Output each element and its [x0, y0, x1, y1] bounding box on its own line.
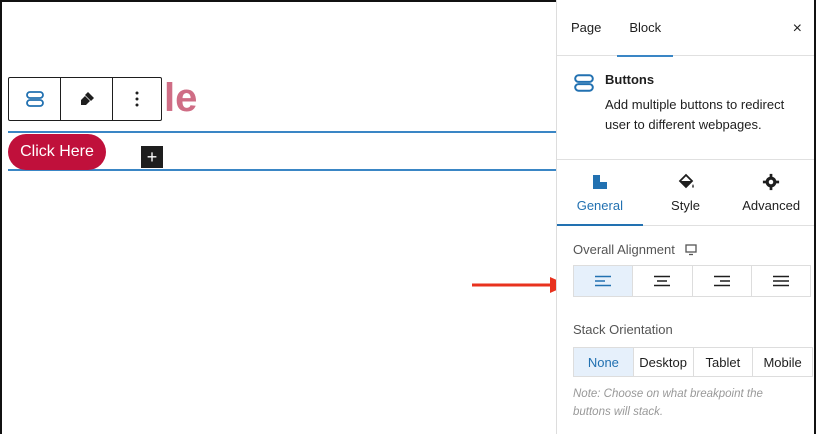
- block-description: Add multiple buttons to redirect user to…: [605, 97, 785, 132]
- align-left-button[interactable]: [574, 266, 634, 296]
- block-type-button[interactable]: [9, 78, 61, 120]
- align-left-icon: [595, 275, 612, 287]
- stack-mobile-button[interactable]: Mobile: [753, 348, 812, 376]
- align-center-button[interactable]: [633, 266, 693, 296]
- tab-page[interactable]: Page: [557, 0, 615, 56]
- click-here-button[interactable]: Click Here: [8, 134, 106, 170]
- block-toolbar: [8, 77, 162, 121]
- red-arrow-icon: [472, 277, 568, 293]
- more-options-button[interactable]: [113, 78, 161, 120]
- paint-brush-icon: [80, 92, 94, 105]
- block-card: Buttons Add multiple buttons to redirect…: [557, 56, 814, 160]
- layout-icon: [592, 175, 607, 189]
- tab-style[interactable]: Style: [643, 160, 729, 225]
- alignment-label: Overall Alignment: [573, 242, 675, 257]
- tab-advanced[interactable]: Advanced: [728, 160, 814, 225]
- stack-tablet-button[interactable]: Tablet: [694, 348, 754, 376]
- alignment-buttons: [573, 265, 811, 297]
- tab-block[interactable]: Block: [615, 0, 675, 57]
- add-block-button[interactable]: +: [141, 146, 163, 168]
- tab-advanced-label: Advanced: [742, 198, 801, 213]
- align-right-button[interactable]: [693, 266, 752, 296]
- tab-general-label: General: [576, 198, 623, 213]
- settings-sidebar: Page Block × Buttons Add multiple button…: [556, 0, 814, 434]
- stack-orientation-buttons: None Desktop Tablet Mobile: [573, 347, 813, 377]
- align-justify-icon: [772, 275, 789, 287]
- paint-bucket-icon: [678, 173, 694, 189]
- gear-icon: [763, 173, 780, 191]
- buttons-block-icon: [574, 74, 594, 92]
- align-justify-button[interactable]: [752, 266, 810, 296]
- more-vertical-icon: [135, 91, 139, 107]
- align-center-icon: [654, 275, 671, 287]
- style-button[interactable]: [61, 78, 113, 120]
- editor-canvas: le Click Here +: [0, 0, 568, 434]
- buttons-block-icon: [25, 91, 44, 107]
- sidebar-tabs: Page Block ×: [557, 0, 814, 57]
- stack-label-row: Stack Orientation: [557, 322, 673, 337]
- stack-note: Note: Choose on what breakpoint the butt…: [573, 388, 763, 418]
- stack-desktop-button[interactable]: Desktop: [634, 348, 694, 376]
- panel-tabs: General Style Advanced: [557, 160, 814, 226]
- stack-none-button[interactable]: None: [574, 348, 634, 376]
- block-name: Buttons: [605, 72, 655, 87]
- tab-general[interactable]: General: [557, 160, 643, 226]
- desktop-icon[interactable]: [685, 243, 697, 256]
- close-icon[interactable]: ×: [793, 20, 802, 38]
- buttons-block[interactable]: Click Here: [8, 131, 557, 171]
- align-right-icon: [713, 275, 730, 287]
- stack-orientation-label: Stack Orientation: [573, 322, 673, 337]
- alignment-label-row: Overall Alignment: [557, 242, 697, 257]
- page-title-fragment[interactable]: le: [164, 76, 197, 121]
- tab-style-label: Style: [671, 198, 700, 213]
